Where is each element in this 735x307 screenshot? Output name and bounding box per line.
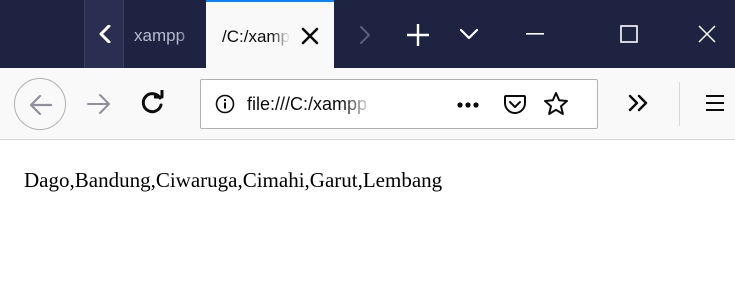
url-text[interactable]: file:///C:/xampp — [247, 94, 373, 115]
close-icon[interactable] — [298, 24, 322, 48]
chevron-right-icon — [360, 26, 370, 44]
forward-button[interactable] — [76, 68, 126, 140]
new-tab-button[interactable] — [394, 0, 444, 68]
pocket-icon[interactable] — [503, 92, 527, 116]
arrow-left-icon — [29, 94, 53, 116]
chevron-down-icon — [460, 28, 478, 40]
reload-icon — [141, 90, 164, 114]
window-minimize-button[interactable] — [494, 0, 574, 68]
arrow-right-icon — [87, 94, 110, 114]
tab-title: xampp — [134, 26, 186, 45]
toolbar-divider — [679, 82, 680, 126]
tab-scroll-left-button[interactable] — [84, 0, 124, 68]
tab-strip: xampp /C:/xampp — [0, 0, 735, 68]
tab-scroll-right-button[interactable] — [334, 0, 394, 68]
maximize-icon — [620, 25, 638, 43]
reload-button[interactable] — [128, 68, 178, 140]
minimize-icon — [526, 33, 544, 35]
all-tabs-button[interactable] — [444, 0, 494, 68]
chevron-left-icon — [99, 25, 111, 43]
tab-active-file[interactable]: /C:/xampp — [206, 0, 334, 68]
window-close-button[interactable] — [680, 0, 735, 68]
nav-toolbar: file:///C:/xampp — [0, 68, 735, 140]
tab-title: /C:/xampp — [222, 27, 290, 46]
hamburger-menu-icon — [706, 95, 724, 111]
double-chevron-right-icon — [628, 94, 648, 112]
more-horizontal-icon[interactable] — [457, 102, 479, 108]
info-icon[interactable] — [215, 94, 235, 114]
url-bar[interactable]: file:///C:/xampp — [200, 79, 598, 129]
tab-xampp[interactable]: xampp — [124, 0, 206, 68]
star-icon[interactable] — [543, 91, 569, 117]
window-maximize-button[interactable] — [574, 0, 654, 68]
overflow-button[interactable] — [618, 68, 668, 140]
page-content: Dago,Bandung,Ciwaruga,Cimahi,Garut,Lemba… — [0, 141, 735, 307]
back-button[interactable] — [14, 78, 66, 130]
page-text: Dago,Bandung,Ciwaruga,Cimahi,Garut,Lemba… — [24, 168, 443, 192]
menu-button[interactable] — [692, 68, 735, 140]
plus-icon — [407, 24, 429, 46]
close-icon — [698, 25, 716, 43]
